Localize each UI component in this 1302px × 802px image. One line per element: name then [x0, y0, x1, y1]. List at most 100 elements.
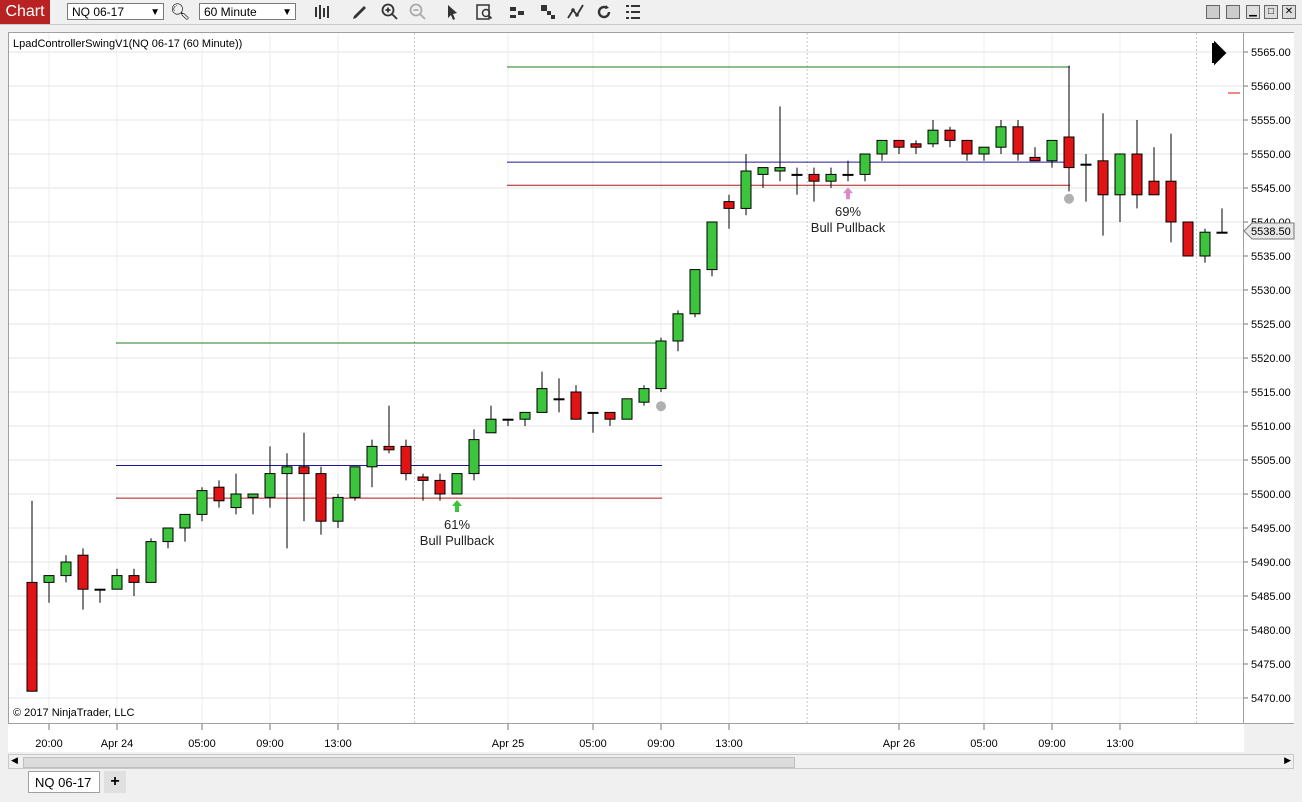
- candle-body: [468, 439, 480, 475]
- candle-body: [1063, 136, 1075, 169]
- candle-body: [434, 479, 446, 495]
- candle-body: [893, 139, 905, 148]
- candle-body: [791, 173, 803, 176]
- candle-body: [1131, 153, 1143, 196]
- candle-body: [247, 493, 259, 498]
- x-tick-label: Apr 24: [101, 738, 133, 750]
- x-tick-label: 05:00: [579, 738, 607, 750]
- y-tick-label: 5505.00: [1251, 455, 1291, 467]
- add-tab-button[interactable]: +: [104, 771, 126, 793]
- y-tick-label: 5495.00: [1251, 523, 1291, 535]
- candle-body: [536, 388, 548, 413]
- candle-body: [230, 493, 242, 509]
- y-tick-label: 5565.00: [1251, 47, 1291, 59]
- candle-body: [349, 466, 361, 498]
- scroll-to-end-icon[interactable]: [1212, 40, 1227, 66]
- copyright: © 2017 NinjaTrader, LLC: [13, 707, 134, 719]
- candle-body: [944, 129, 956, 141]
- y-tick-label: 5530.00: [1251, 285, 1291, 297]
- candle-body: [400, 445, 412, 475]
- candle-body: [1012, 126, 1024, 155]
- signal-percent: 69%: [835, 204, 861, 219]
- x-tick-label: 05:00: [188, 738, 216, 750]
- candle-body: [366, 445, 378, 468]
- x-tick-label: 09:00: [256, 738, 284, 750]
- scroll-thumb[interactable]: [23, 757, 795, 768]
- candle-body: [1046, 139, 1058, 162]
- candle-body: [332, 496, 344, 522]
- horizontal-scrollbar[interactable]: ◀ ▶: [8, 754, 1294, 769]
- candle-body: [502, 418, 514, 421]
- scroll-left-icon[interactable]: ◀: [11, 755, 18, 766]
- signal-percent: 61%: [444, 517, 470, 532]
- x-tick-label: Apr 25: [492, 738, 524, 750]
- candle-body: [774, 167, 786, 172]
- x-tick-label: 13:00: [324, 738, 352, 750]
- x-tick-label: Apr 26: [883, 738, 915, 750]
- candle-body: [315, 473, 327, 522]
- candle-body: [757, 167, 769, 175]
- x-tick-label: 09:00: [647, 738, 675, 750]
- candle-body: [842, 173, 854, 176]
- y-tick-label: 5535.00: [1251, 251, 1291, 263]
- x-tick-label: 05:00: [970, 738, 998, 750]
- candle-body: [740, 170, 752, 209]
- candle-body: [111, 575, 123, 590]
- y-tick-label: 5555.00: [1251, 115, 1291, 127]
- current-price-marker: 5538.50: [1243, 222, 1295, 240]
- candle-body: [570, 391, 582, 420]
- candle-body: [94, 588, 106, 591]
- y-tick-label: 5470.00: [1251, 693, 1291, 705]
- signal-label: Bull Pullback: [811, 220, 886, 235]
- candle-body: [1114, 153, 1126, 196]
- signal-label: Bull Pullback: [420, 533, 495, 548]
- instrument-tab[interactable]: NQ 06-17: [28, 771, 100, 793]
- candle-body: [604, 411, 616, 420]
- candle-body: [587, 411, 599, 414]
- candlestick-chart[interactable]: 61%Bull Pullback69%Bull Pullback 5565.00…: [0, 0, 1302, 760]
- candle-body: [162, 527, 174, 543]
- indicator-title: LpadControllerSwingV1(NQ 06-17 (60 Minut…: [13, 38, 242, 50]
- candle-body: [128, 575, 140, 583]
- candle-body: [638, 388, 650, 403]
- y-tick-label: 5475.00: [1251, 659, 1291, 671]
- candle-body: [876, 139, 888, 155]
- x-tick-label: 09:00: [1038, 738, 1066, 750]
- candle-body: [808, 173, 820, 182]
- candle-body: [621, 398, 633, 420]
- y-tick-label: 5515.00: [1251, 387, 1291, 399]
- y-tick-label: 5510.00: [1251, 421, 1291, 433]
- candle-body: [706, 221, 718, 271]
- swing-marker: [1064, 193, 1074, 204]
- candle-body: [281, 466, 293, 475]
- candle-body: [689, 269, 701, 315]
- y-tick-label: 5525.00: [1251, 319, 1291, 331]
- candle-body: [77, 554, 89, 590]
- signal-arrow: [452, 500, 462, 512]
- candle-body: [1148, 180, 1160, 196]
- candle-body: [655, 340, 667, 390]
- candle-body: [1199, 231, 1211, 257]
- swing-marker: [656, 401, 666, 412]
- candle-body: [978, 146, 990, 155]
- candle-body: [1165, 180, 1177, 223]
- candle-body: [672, 313, 684, 342]
- current-price-label: 5538.50: [1251, 226, 1291, 238]
- candle-body: [43, 575, 55, 583]
- candle-body: [553, 398, 565, 401]
- candle-body: [179, 513, 191, 529]
- candle-body: [1216, 231, 1228, 234]
- candle-body: [213, 486, 225, 502]
- scroll-right-icon[interactable]: ▶: [1284, 755, 1291, 766]
- candle-body: [485, 418, 497, 434]
- candle-body: [961, 139, 973, 155]
- signal-arrow: [843, 187, 853, 200]
- candle-body: [26, 581, 38, 692]
- candle-body: [1080, 163, 1092, 166]
- candle-body: [1182, 221, 1194, 257]
- y-tick-label: 5550.00: [1251, 149, 1291, 161]
- candle-body: [264, 473, 276, 498]
- x-tick-label: 13:00: [1106, 738, 1134, 750]
- candle-body: [451, 473, 463, 495]
- y-tick-label: 5485.00: [1251, 591, 1291, 603]
